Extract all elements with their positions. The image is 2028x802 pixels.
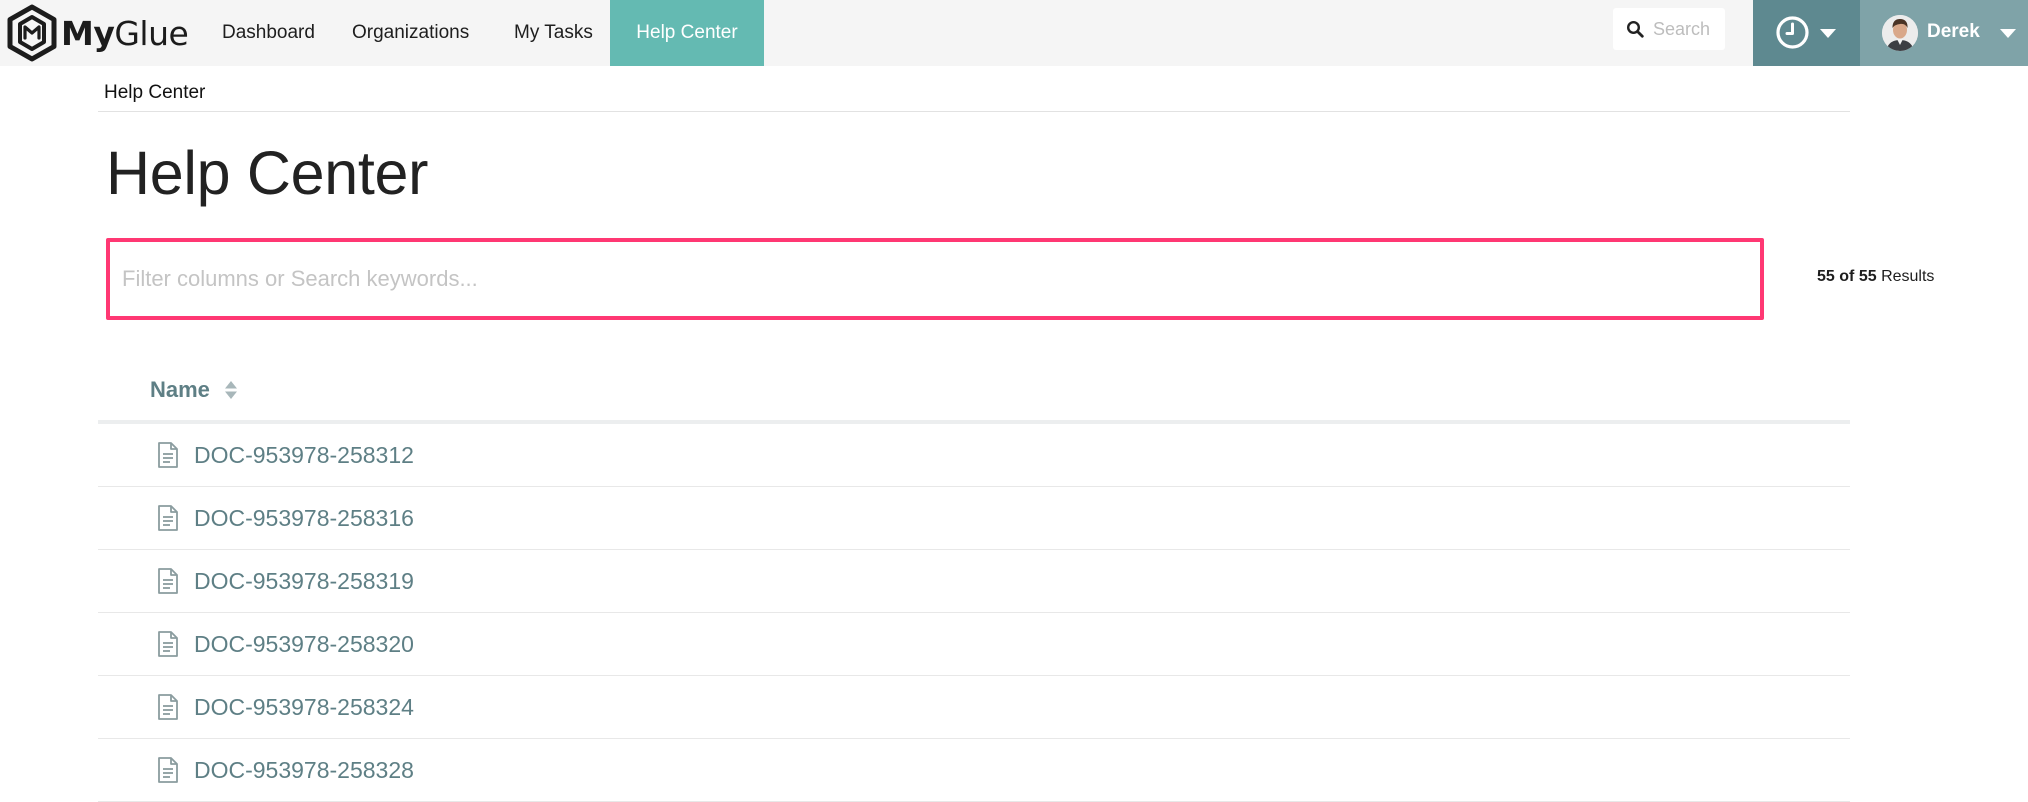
results-label: Results [1881, 268, 1935, 285]
nav-dashboard[interactable]: Dashboard [222, 0, 315, 66]
breadcrumb-item-help-center[interactable]: Help Center [104, 82, 205, 104]
myglue-logo[interactable]: MyGlue [6, 3, 189, 63]
table-row: DOC-953978-258328 [98, 739, 1850, 802]
nav-help-center-label: Help Center [636, 22, 738, 43]
documents-table: Name DOC-953978-258312 DOC-953978-258316 [98, 360, 1850, 802]
document-link[interactable]: DOC-953978-258328 [194, 757, 414, 784]
document-link[interactable]: DOC-953978-258316 [194, 505, 414, 532]
logo-text-bold: My [61, 13, 115, 53]
recent-activity-button[interactable] [1753, 0, 1860, 66]
nav-organizations-label: Organizations [352, 22, 470, 43]
table-header: Name [98, 360, 1850, 424]
results-count: 55 of 55 Results [1817, 268, 1934, 286]
results-of-label: of [1839, 268, 1855, 285]
document-icon [158, 568, 178, 594]
clock-icon [1776, 16, 1809, 49]
column-header-name[interactable]: Name [150, 377, 210, 403]
myglue-hex-logo-icon [7, 4, 57, 62]
sort-icon[interactable] [224, 379, 238, 401]
document-icon [158, 631, 178, 657]
results-total: 55 [1858, 268, 1877, 285]
search-icon [1626, 20, 1644, 38]
user-name: Derek [1927, 21, 1980, 42]
nav-organizations[interactable]: Organizations [352, 0, 469, 66]
table-row: DOC-953978-258320 [98, 613, 1850, 676]
page-title: Help Center [106, 139, 429, 207]
breadcrumb: Help Center [98, 78, 1850, 112]
nav-dashboard-label: Dashboard [222, 22, 315, 43]
caret-down-icon [1820, 29, 1836, 38]
document-link[interactable]: DOC-953978-258319 [194, 568, 414, 595]
document-icon [158, 505, 178, 531]
top-nav-bar: MyGlue Dashboard Organizations My Tasks … [0, 0, 2028, 66]
filter-search-input[interactable] [110, 242, 1760, 316]
document-icon [158, 757, 178, 783]
document-link[interactable]: DOC-953978-258324 [194, 694, 414, 721]
caret-down-icon [2000, 29, 2016, 38]
document-link[interactable]: DOC-953978-258312 [194, 442, 414, 469]
table-row: DOC-953978-258312 [98, 424, 1850, 487]
nav-my-tasks-label: My Tasks [514, 22, 593, 43]
table-body: DOC-953978-258312 DOC-953978-258316 DOC-… [98, 424, 1850, 802]
nav-help-center[interactable]: Help Center [610, 0, 764, 66]
table-row: DOC-953978-258316 [98, 487, 1850, 550]
filter-search-box[interactable] [106, 238, 1764, 320]
document-icon [158, 442, 178, 468]
table-row: DOC-953978-258319 [98, 550, 1850, 613]
global-search[interactable] [1613, 8, 1725, 50]
document-link[interactable]: DOC-953978-258320 [194, 631, 414, 658]
user-menu-button[interactable]: Derek [1860, 0, 2028, 66]
table-row: DOC-953978-258324 [98, 676, 1850, 739]
logo-text-light: Glue [114, 13, 189, 53]
avatar [1882, 15, 1918, 51]
document-icon [158, 694, 178, 720]
avatar-portrait-icon [1882, 15, 1918, 51]
nav-my-tasks[interactable]: My Tasks [514, 0, 593, 66]
results-shown: 55 [1817, 268, 1835, 285]
global-search-input[interactable] [1653, 18, 1723, 40]
logo-text: MyGlue [61, 13, 189, 53]
